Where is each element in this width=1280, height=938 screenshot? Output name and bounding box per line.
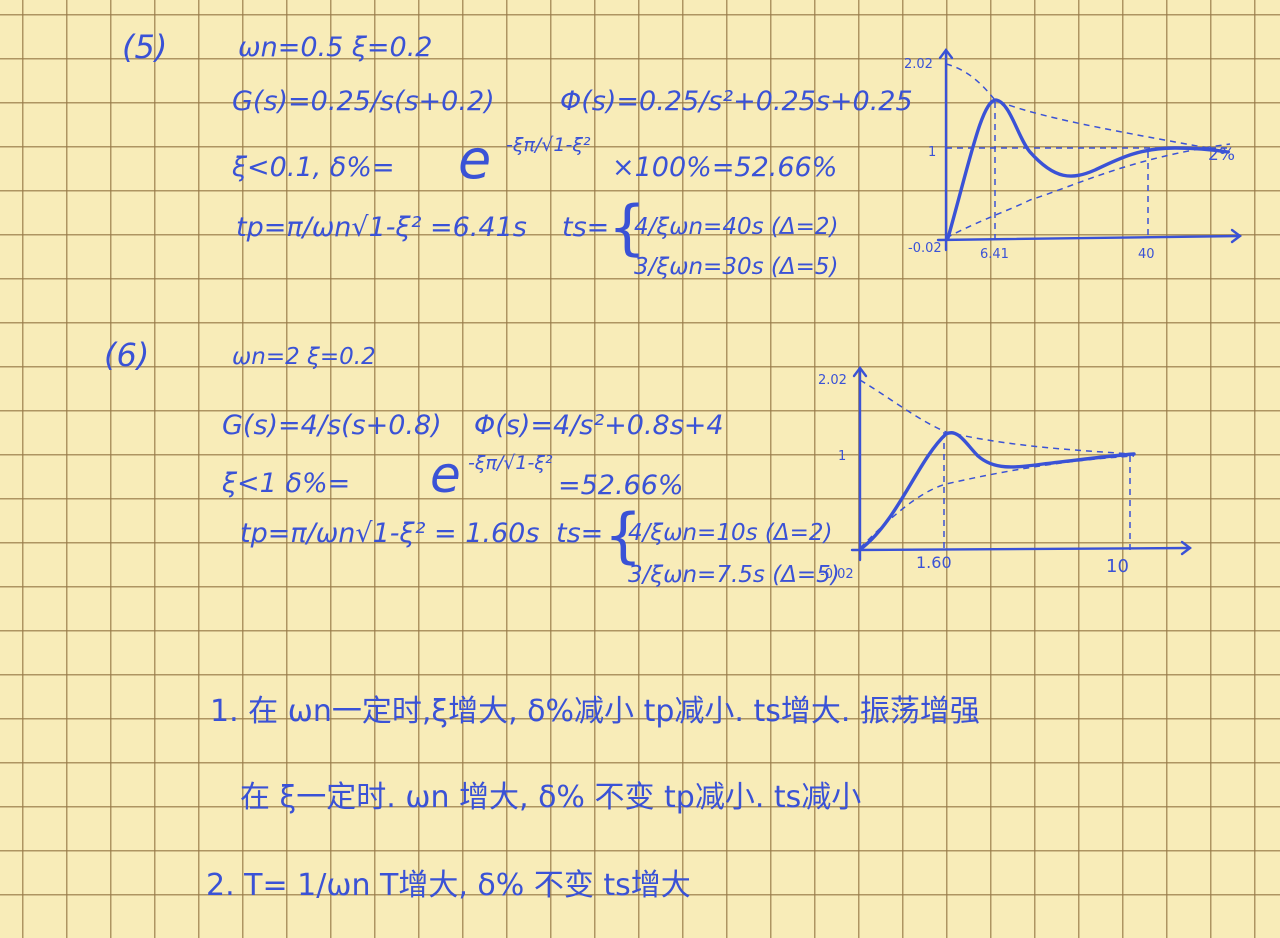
part5-step-response-graph: 2.02 1 -0.02 6.41 40 2% — [904, 48, 1242, 262]
part5-closed-loop: Φ(s)=0.25/s²+0.25s+0.25 — [560, 86, 913, 117]
part5-settling-case2: 3/ξωn=30s (Δ=5) — [634, 254, 839, 280]
part6-closed-loop: Φ(s)=4/s²+0.8s+4 — [474, 410, 724, 441]
part5-graph-y-top: 2.02 — [904, 57, 933, 72]
part5-overshoot-prefix: ξ<0.1, δ%= — [232, 152, 395, 183]
part6-peak-time: tp=π/ωn√1-ξ² = 1.60s — [240, 518, 540, 549]
part5-overshoot-exponent: -ξπ/√1-ξ² — [506, 134, 591, 156]
part6-open-loop: G(s)=4/s(s+0.8) — [222, 410, 442, 441]
conclusion-line-3: 2. T= 1/ωn T增大, δ% 不变 ts增大 — [206, 868, 691, 903]
part5-open-loop: G(s)=0.25/s(s+0.2) — [232, 86, 495, 117]
part6-overshoot-exponent: -ξπ/√1-ξ² — [468, 452, 553, 474]
part5-graph-origin: -0.02 — [908, 241, 942, 256]
part6-settling-case1: 4/ξωn=10s (Δ=2) — [628, 520, 833, 546]
part6-settling-label: ts= — [556, 518, 604, 549]
part5-overshoot-value: ×100%=52.66% — [612, 152, 838, 183]
conclusion-line-2: 在 ξ一定时. ωn 增大, δ% 不变 tp减小. ts减小 — [240, 780, 862, 815]
part6-params: ωn=2 ξ=0.2 — [232, 344, 376, 370]
part5-overshoot-e: e — [458, 128, 492, 191]
part6-overshoot-prefix: ξ<1 δ%= — [222, 468, 351, 499]
part6-overshoot-value: =52.66% — [558, 470, 684, 501]
part6-graph-y-one: 1 — [838, 449, 846, 464]
part5-params: ωn=0.5 ξ=0.2 — [238, 32, 433, 63]
part6-label: (6) — [104, 336, 150, 374]
part5-graph-x-ts: 40 — [1138, 247, 1155, 262]
part5-graph-y-one: 1 — [928, 145, 936, 160]
part5-graph-band: 2% — [1208, 145, 1235, 165]
part6-graph-y-top: 2.02 — [818, 373, 847, 388]
part6-graph-x-peak: 1.60 — [916, 553, 952, 572]
part6-overshoot-e: e — [430, 446, 461, 504]
part5-graph-x-peak: 6.41 — [980, 247, 1009, 262]
part5-label: (5) — [122, 28, 168, 66]
part5-peak-time: tp=π/ωn√1-ξ² =6.41s — [236, 212, 527, 243]
part6-graph-origin: -0.02 — [820, 567, 854, 582]
part5-settling-case1: 4/ξωn=40s (Δ=2) — [634, 214, 839, 240]
part6-step-response-graph: 2.02 1 -0.02 1.60 10 — [818, 366, 1192, 582]
part5-settling-label: ts= — [562, 212, 610, 243]
part6-graph-x-ts: 10 — [1106, 556, 1129, 577]
conclusion-line-1: 1. 在 ωn一定时,ξ增大, δ%减小 tp减小. ts增大. 振荡增强 — [210, 694, 980, 729]
